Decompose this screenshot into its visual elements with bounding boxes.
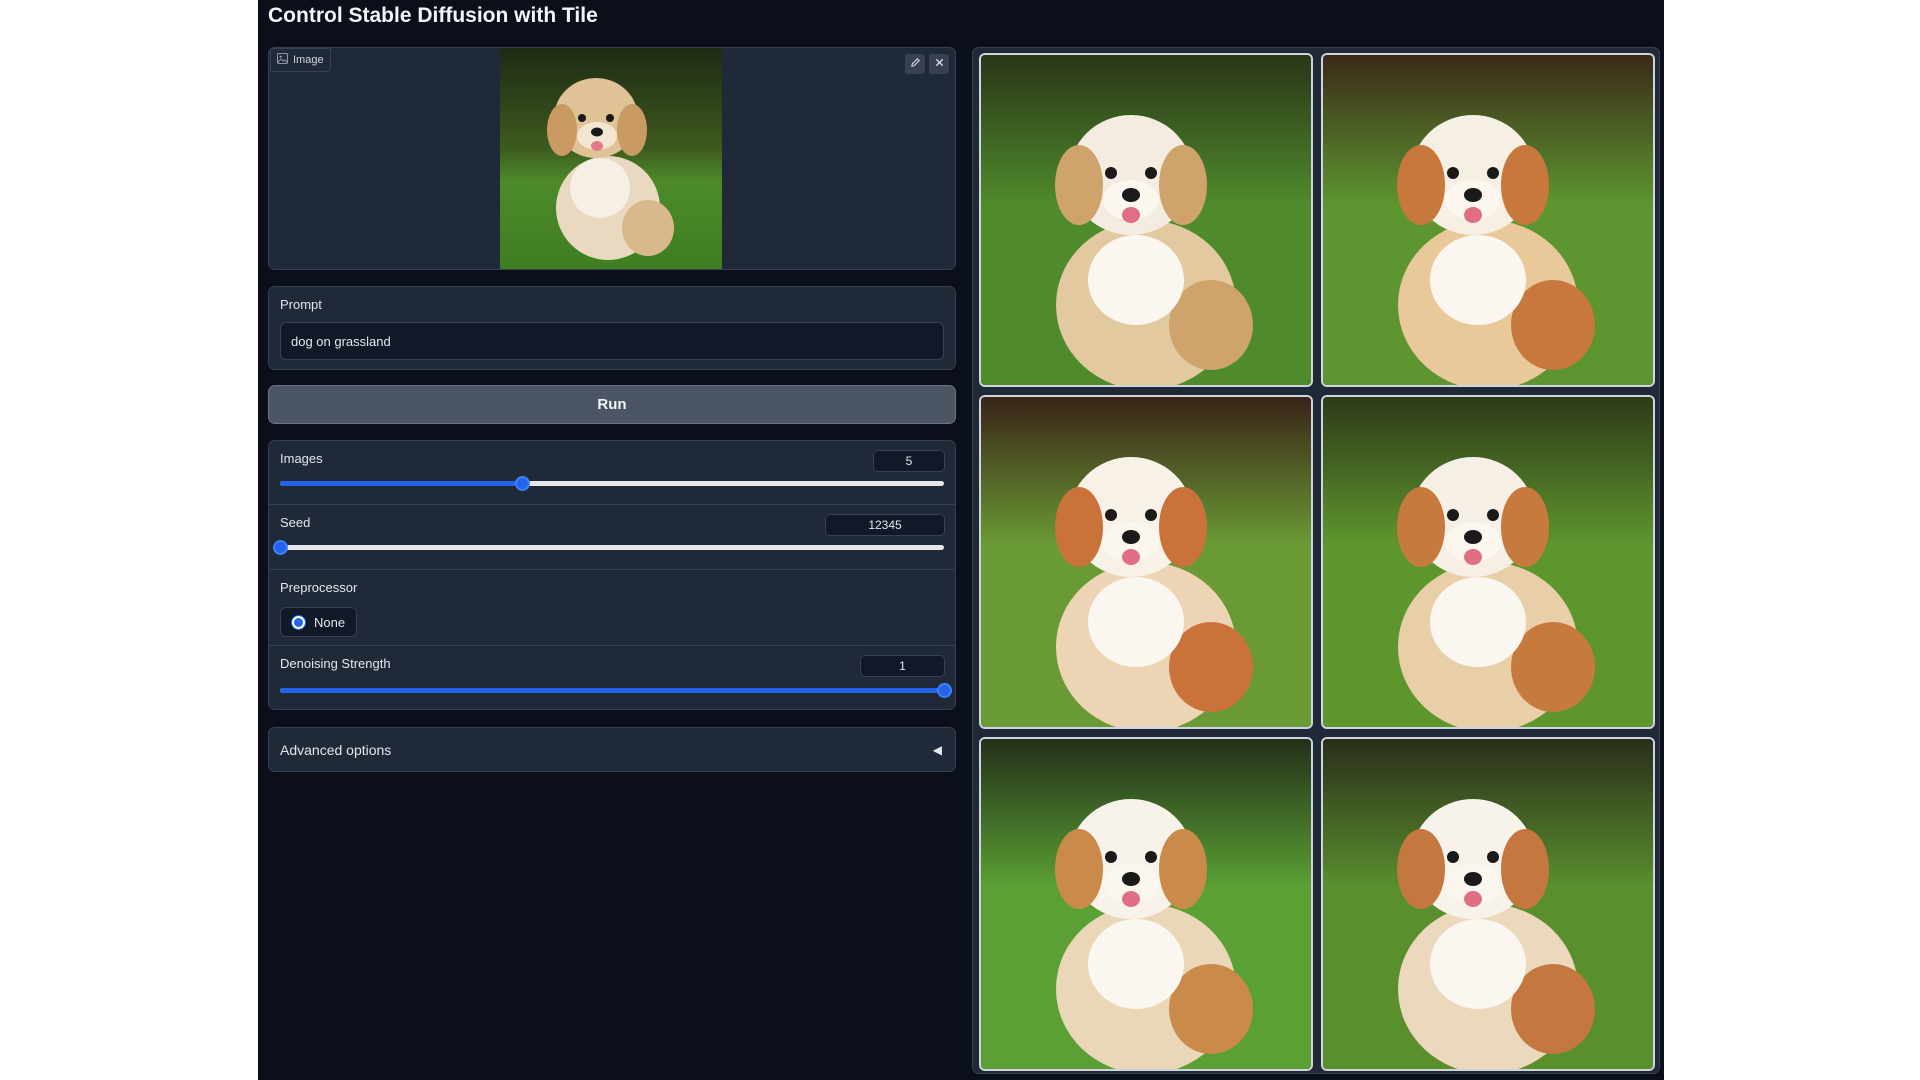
images-slider[interactable] [280,476,944,491]
gallery-image[interactable] [979,395,1313,729]
gallery-image[interactable] [1321,395,1655,729]
close-icon [934,55,945,73]
denoising-slider-fill [280,688,944,693]
app-root: Control Stable Diffusion with Tile Image [258,0,1664,1080]
seed-control: Seed 12345 [269,505,955,570]
image-input-panel[interactable]: Image [268,47,956,270]
denoising-control: Denoising Strength 1 [269,646,955,709]
advanced-options-accordion[interactable]: Advanced options ◀ [268,727,956,772]
denoising-number-input[interactable]: 1 [860,655,945,677]
seed-label: Seed [280,515,311,530]
caret-left-icon: ◀ [932,742,942,757]
clear-image-button[interactable] [929,54,949,74]
advanced-options-label: Advanced options [280,741,392,758]
images-number-input[interactable]: 5 [873,450,945,472]
images-label: Images [280,451,323,466]
seed-number-input[interactable]: 12345 [825,514,945,536]
image-input-label: Image [270,48,331,72]
run-button[interactable]: Run [268,385,956,424]
gallery-image[interactable] [1321,53,1655,387]
gallery-image[interactable] [1321,737,1655,1071]
edit-image-button[interactable] [905,54,925,74]
uploaded-dog-image [500,48,722,269]
images-slider-thumb[interactable] [514,476,530,491]
gallery-image[interactable] [979,53,1313,387]
output-gallery [972,47,1660,1074]
controls-panel: Images 5 Seed 12345 Preprocessor None De… [268,440,956,710]
preprocessor-label: Preprocessor [280,580,358,595]
image-tools [905,54,949,74]
denoising-label: Denoising Strength [280,656,391,671]
denoising-slider[interactable] [280,683,952,698]
radio-selected-icon [292,615,305,629]
pencil-icon [910,55,921,73]
prompt-input[interactable]: dog on grassland [280,322,944,360]
seed-slider[interactable] [273,540,944,555]
denoising-slider-thumb[interactable] [937,683,952,698]
image-icon [277,53,288,67]
prompt-label: Prompt [280,297,322,312]
prompt-panel: Prompt dog on grassland [268,286,956,370]
seed-slider-thumb[interactable] [273,540,288,555]
preprocessor-control: Preprocessor None [269,570,955,646]
images-control: Images 5 [269,441,955,505]
preprocessor-option-label: None [314,614,346,630]
gallery-image[interactable] [979,737,1313,1071]
image-input-label-text: Image [293,54,324,66]
page-title: Control Stable Diffusion with Tile [268,4,598,27]
preprocessor-option-none[interactable]: None [280,607,358,637]
images-slider-fill [280,481,522,486]
